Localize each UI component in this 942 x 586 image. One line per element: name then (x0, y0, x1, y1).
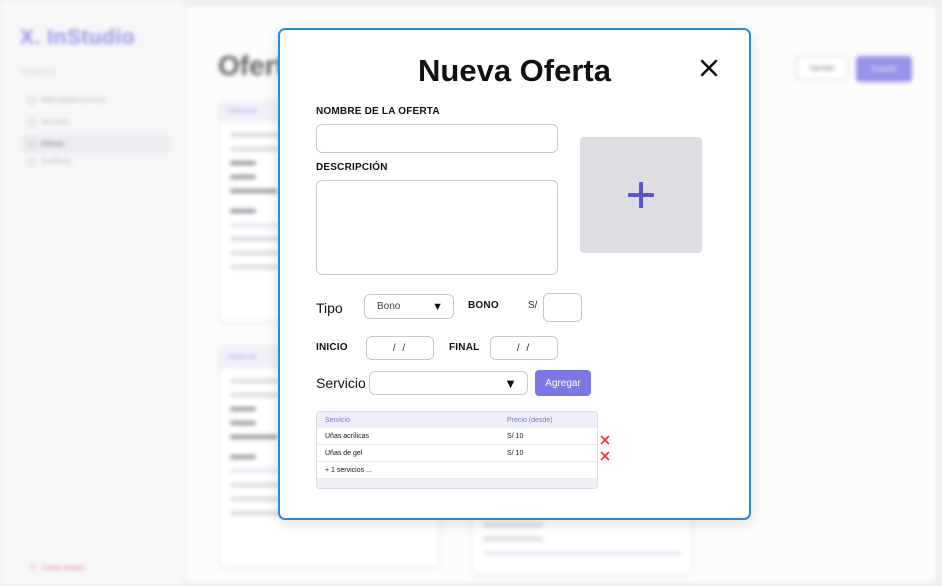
bono-amount-input[interactable] (543, 293, 582, 322)
column-header-precio: Precio (desde) (507, 416, 553, 424)
services-table: Servicio Precio (desde) Uñas acrílicas S… (316, 411, 598, 489)
table-row: Uñas acrílicas S/ 10 (317, 428, 597, 445)
description-textarea[interactable] (316, 180, 558, 275)
end-date-input[interactable]: / / (490, 336, 558, 360)
plus-icon (628, 182, 654, 208)
tipo-select[interactable]: Bono ▼ (364, 294, 454, 319)
table-header: Servicio Precio (desde) (317, 412, 597, 428)
service-price: S/ 10 (507, 432, 524, 440)
servicio-select[interactable]: ▼ (369, 371, 528, 395)
final-label: FINAL (449, 342, 480, 353)
remove-row-icon[interactable] (600, 432, 610, 445)
start-date-input[interactable]: / / (366, 336, 434, 360)
bono-label: BONO (468, 300, 499, 311)
close-icon[interactable] (698, 57, 720, 79)
more-services-row[interactable]: + 1 servicios ... (317, 462, 597, 479)
tipo-selected-value: Bono (377, 301, 401, 312)
chevron-down-icon: ▼ (504, 375, 517, 391)
remove-row-icon[interactable] (600, 448, 610, 461)
tipo-label: Tipo (316, 300, 343, 316)
new-offer-modal: Nueva Oferta NOMBRE DE LA OFERTA DESCRIP… (278, 28, 751, 520)
image-upload[interactable] (580, 137, 702, 253)
table-row: Uñas de gel S/ 10 (317, 445, 597, 462)
service-price: S/ 10 (507, 449, 524, 457)
service-name: Uñas acrílicas (325, 432, 369, 440)
modal-title: Nueva Oferta (418, 53, 611, 88)
currency-label: S/ (528, 300, 538, 311)
offer-name-input[interactable] (316, 124, 558, 153)
service-name: Uñas de gel (325, 449, 363, 457)
column-header-servicio: Servicio (325, 416, 350, 424)
more-services-label: + 1 servicios ... (325, 466, 372, 474)
chevron-down-icon: ▼ (432, 300, 443, 313)
servicio-label: Servicio (316, 375, 366, 391)
offer-name-label: NOMBRE DE LA OFERTA (316, 106, 440, 117)
inicio-label: INICIO (316, 342, 348, 353)
description-label: DESCRIPCIÓN (316, 162, 388, 173)
add-service-button[interactable]: Agregar (535, 370, 591, 396)
